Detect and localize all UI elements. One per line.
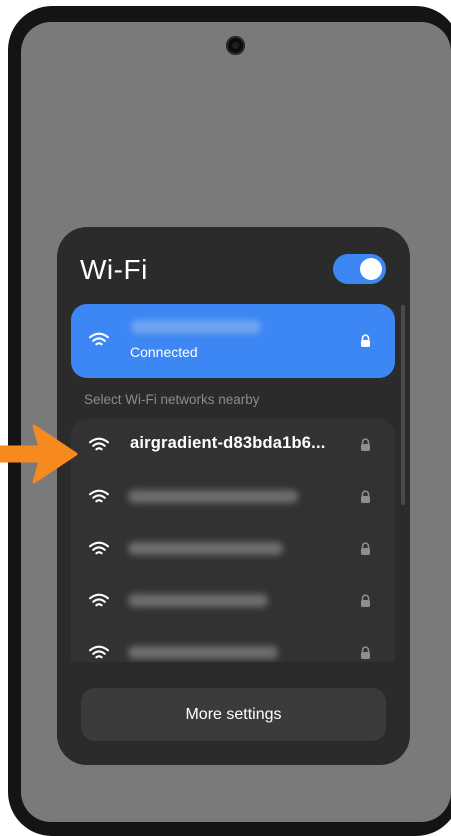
network-name-blurred [128,646,278,659]
connected-network-card[interactable]: Connected [71,304,395,378]
lock-icon [361,594,370,607]
lock-icon [361,542,370,555]
wifi-icon [89,593,109,607]
front-camera [226,36,245,55]
orange-arrow-icon [0,424,78,484]
network-name-blurred [128,490,298,503]
wifi-toggle[interactable] [333,254,386,284]
network-row[interactable]: airgradient-d83bda1b6... [71,419,395,471]
wifi-icon [89,645,109,659]
wifi-title: Wi-Fi [80,254,148,285]
more-settings-button[interactable]: More settings [81,688,386,741]
lock-icon [361,438,370,451]
network-name: airgradient-d83bda1b6... [130,434,326,452]
network-list: airgradient-d83bda1b6... [71,419,395,662]
toggle-knob [360,258,382,280]
connected-network-name-blurred [131,320,261,334]
wifi-icon [89,489,109,503]
wifi-icon [89,332,109,346]
lock-icon [361,490,370,503]
lock-icon [361,646,370,659]
network-name-blurred [128,594,268,607]
wifi-icon [89,541,109,555]
network-row[interactable] [71,627,395,662]
list-scrollbar[interactable] [401,305,405,505]
wifi-icon [89,437,109,451]
network-name-blurred [128,542,283,555]
nearby-networks-label: Select Wi-Fi networks nearby [84,392,260,407]
network-row[interactable] [71,575,395,627]
lock-icon [361,334,370,347]
wifi-panel: Wi-Fi Connected Select Wi-Fi networks ne… [57,227,410,765]
network-row[interactable] [71,523,395,575]
camera-lens [232,42,239,49]
connected-status: Connected [130,344,198,360]
network-row[interactable] [71,471,395,523]
